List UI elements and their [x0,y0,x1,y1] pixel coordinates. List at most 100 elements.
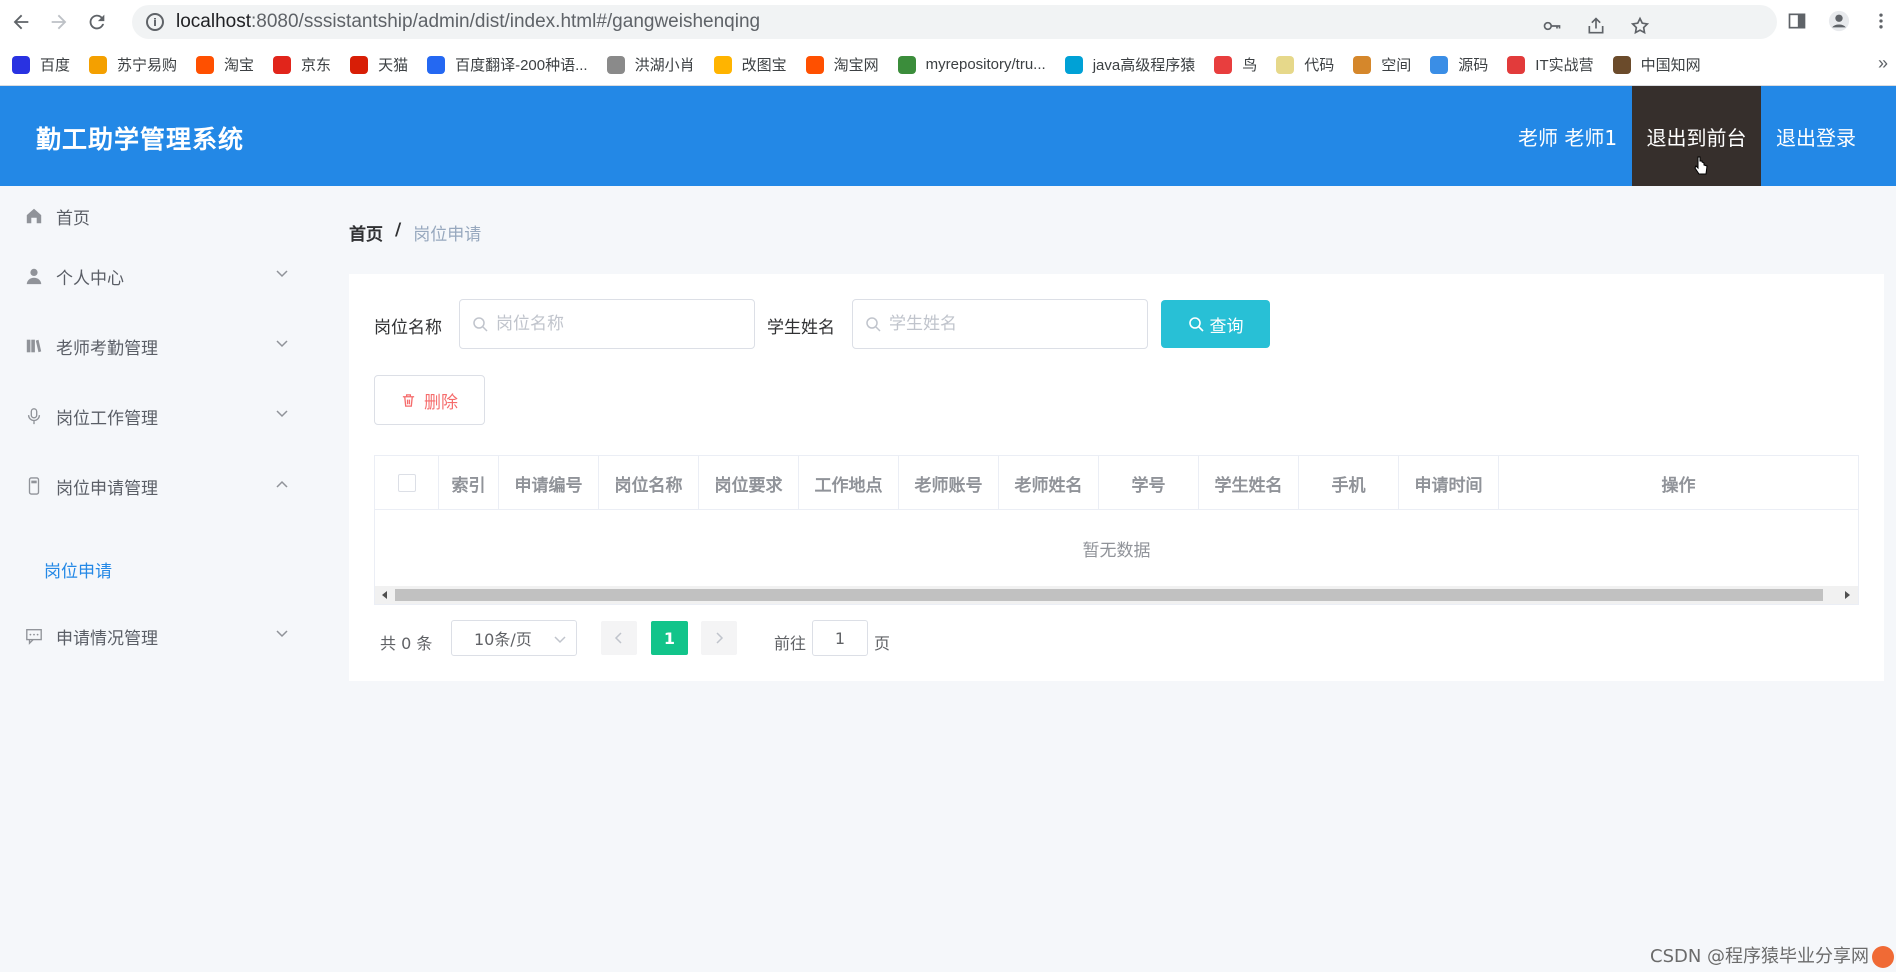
column-header: 手机 [1299,456,1399,510]
breadcrumb-home[interactable]: 首页 [349,220,383,245]
job-name-field[interactable] [459,299,755,349]
bookmark-favicon-icon [12,55,30,74]
bookmark-item[interactable]: 洪湖小肖 [606,54,695,75]
bookmark-favicon-icon [1612,55,1631,74]
key-icon[interactable] [1541,15,1563,37]
breadcrumb: 首页 / 岗位申请 [349,220,481,245]
chevron-down-icon [276,340,288,348]
scrollbar-thumb[interactable] [395,589,1823,601]
column-header: 申请时间 [1399,456,1499,510]
arrow-right-icon [51,14,67,30]
scroll-right-icon[interactable] [1841,589,1853,601]
bookmark-item[interactable]: myrepository/tru... [897,55,1046,74]
side-panel-icon[interactable] [1786,10,1808,32]
logout-button[interactable]: 退出登录 [1776,122,1856,151]
data-table: 索引 申请编号 岗位名称 岗位要求 工作地点 老师账号 老师姓名 学号 学生姓名… [374,455,1859,605]
delete-button-label: 删除 [424,392,458,413]
sidebar-item-home[interactable]: 首页 [0,186,310,246]
search-icon [1188,317,1204,332]
bookmark-item[interactable]: 中国知网 [1612,54,1701,75]
sidebar-item-teacher-attendance[interactable]: 老师考勤管理 [0,316,310,376]
chevron-up-icon [276,480,288,488]
browser-right-controls [1786,10,1896,32]
sidebar-item-label: 岗位工作管理 [56,408,158,429]
bookmark-item[interactable]: 淘宝网 [805,54,879,75]
bookmark-label: myrepository/tru... [925,56,1046,73]
bookmark-item[interactable]: 苏宁易购 [89,54,177,75]
bookmarks-overflow-icon[interactable]: » [1878,53,1888,74]
bookmark-item[interactable]: 百度 [12,54,70,75]
mouse-cursor-icon [1694,156,1708,175]
sidebar-subitem-job-apply[interactable]: 岗位申请 [44,557,112,582]
bookmark-item[interactable]: java高级程序猿 [1064,54,1195,75]
column-header: 岗位名称 [599,456,699,510]
bookmark-favicon-icon [1507,55,1526,74]
bookmark-label: 苏宁易购 [117,57,178,74]
bookmark-item[interactable]: 天猫 [350,54,408,75]
bookmark-favicon-icon [1353,55,1372,74]
student-name-input[interactable] [889,314,1109,334]
page-number-current[interactable]: 1 [651,621,688,655]
column-header: 操作 [1661,475,1696,496]
sidebar-item-label: 老师考勤管理 [56,338,158,359]
bookmark-label: 淘宝网 [833,57,879,74]
url-text: localhost:8080/sssistantship/admin/dist/… [176,11,761,32]
profile-avatar-icon[interactable] [1828,10,1850,32]
page-size-select[interactable]: 10条/页 [451,620,577,656]
share-icon[interactable] [1585,15,1607,37]
column-header: 岗位要求 [699,456,799,510]
bookmark-label: 中国知网 [1640,57,1701,74]
sidebar-item-job-work[interactable]: 岗位工作管理 [0,386,310,446]
select-all-cell [375,456,439,510]
bookmark-item[interactable]: IT实战营 [1507,54,1594,75]
back-button[interactable] [4,5,38,39]
csdn-watermark: CSDN @程序猿毕业分享网 [1650,946,1870,967]
table-empty-text: 暂无数据 [1082,540,1151,561]
bookmark-item[interactable]: 源码 [1430,54,1488,75]
site-info-icon[interactable]: i [146,13,164,31]
bookmark-label: 空间 [1381,57,1412,74]
student-name-field[interactable] [852,299,1148,349]
chat-icon [24,626,44,646]
goto-label: 前往 [774,634,807,653]
bookmark-item[interactable]: 改图宝 [713,54,787,75]
search-button[interactable]: 查询 [1161,300,1270,348]
bookmark-favicon-icon [606,55,625,74]
page-size-value: 10条/页 [474,630,532,649]
bookmark-item[interactable]: 空间 [1353,54,1411,75]
goto-page-input[interactable]: 1 [812,620,868,656]
app-title: 勤工助学管理系统 [36,125,245,154]
bookmark-item[interactable]: 京东 [273,54,331,75]
select-all-checkbox[interactable] [397,474,416,492]
page-suffix-label: 页 [874,634,891,653]
menu-kebab-icon[interactable] [1870,10,1892,32]
delete-button[interactable]: 删除 [374,375,485,425]
horizontal-scrollbar[interactable] [375,586,1858,604]
reload-button[interactable] [80,5,114,39]
table-header: 索引 申请编号 岗位名称 岗位要求 工作地点 老师账号 老师姓名 学号 学生姓名… [375,456,1858,510]
trash-icon [402,393,415,407]
sidebar-item-job-application[interactable]: 岗位申请管理 [0,456,310,516]
star-icon[interactable] [1629,15,1651,37]
forward-button[interactable] [42,5,76,39]
sidebar-item-personal-center[interactable]: 个人中心 [0,246,310,306]
bookmark-item[interactable]: 鸟 [1214,54,1257,75]
bookmark-label: 百度 [40,57,71,74]
prev-page-button[interactable] [601,621,637,655]
bookmark-favicon-icon [1064,55,1083,74]
bookmark-favicon-icon [427,55,446,74]
scroll-left-icon[interactable] [379,589,391,601]
chevron-down-icon [276,270,288,278]
bookmark-item[interactable]: 百度翻译-200种语... [427,54,588,75]
bookmark-item[interactable]: 淘宝 [196,54,254,75]
sidebar-item-application-status[interactable]: 申请情况管理 [0,606,310,666]
breadcrumb-separator: / [395,220,402,240]
bookmark-item[interactable]: 代码 [1276,54,1334,75]
sidebar-item-label: 首页 [56,208,90,229]
microphone-icon [24,406,44,426]
next-page-button[interactable] [701,621,737,655]
address-bar[interactable]: i localhost:8080/sssistantship/admin/dis… [132,5,1777,39]
column-header: 学号 [1099,456,1199,510]
column-header: 工作地点 [799,456,899,510]
job-name-input[interactable] [496,314,716,334]
